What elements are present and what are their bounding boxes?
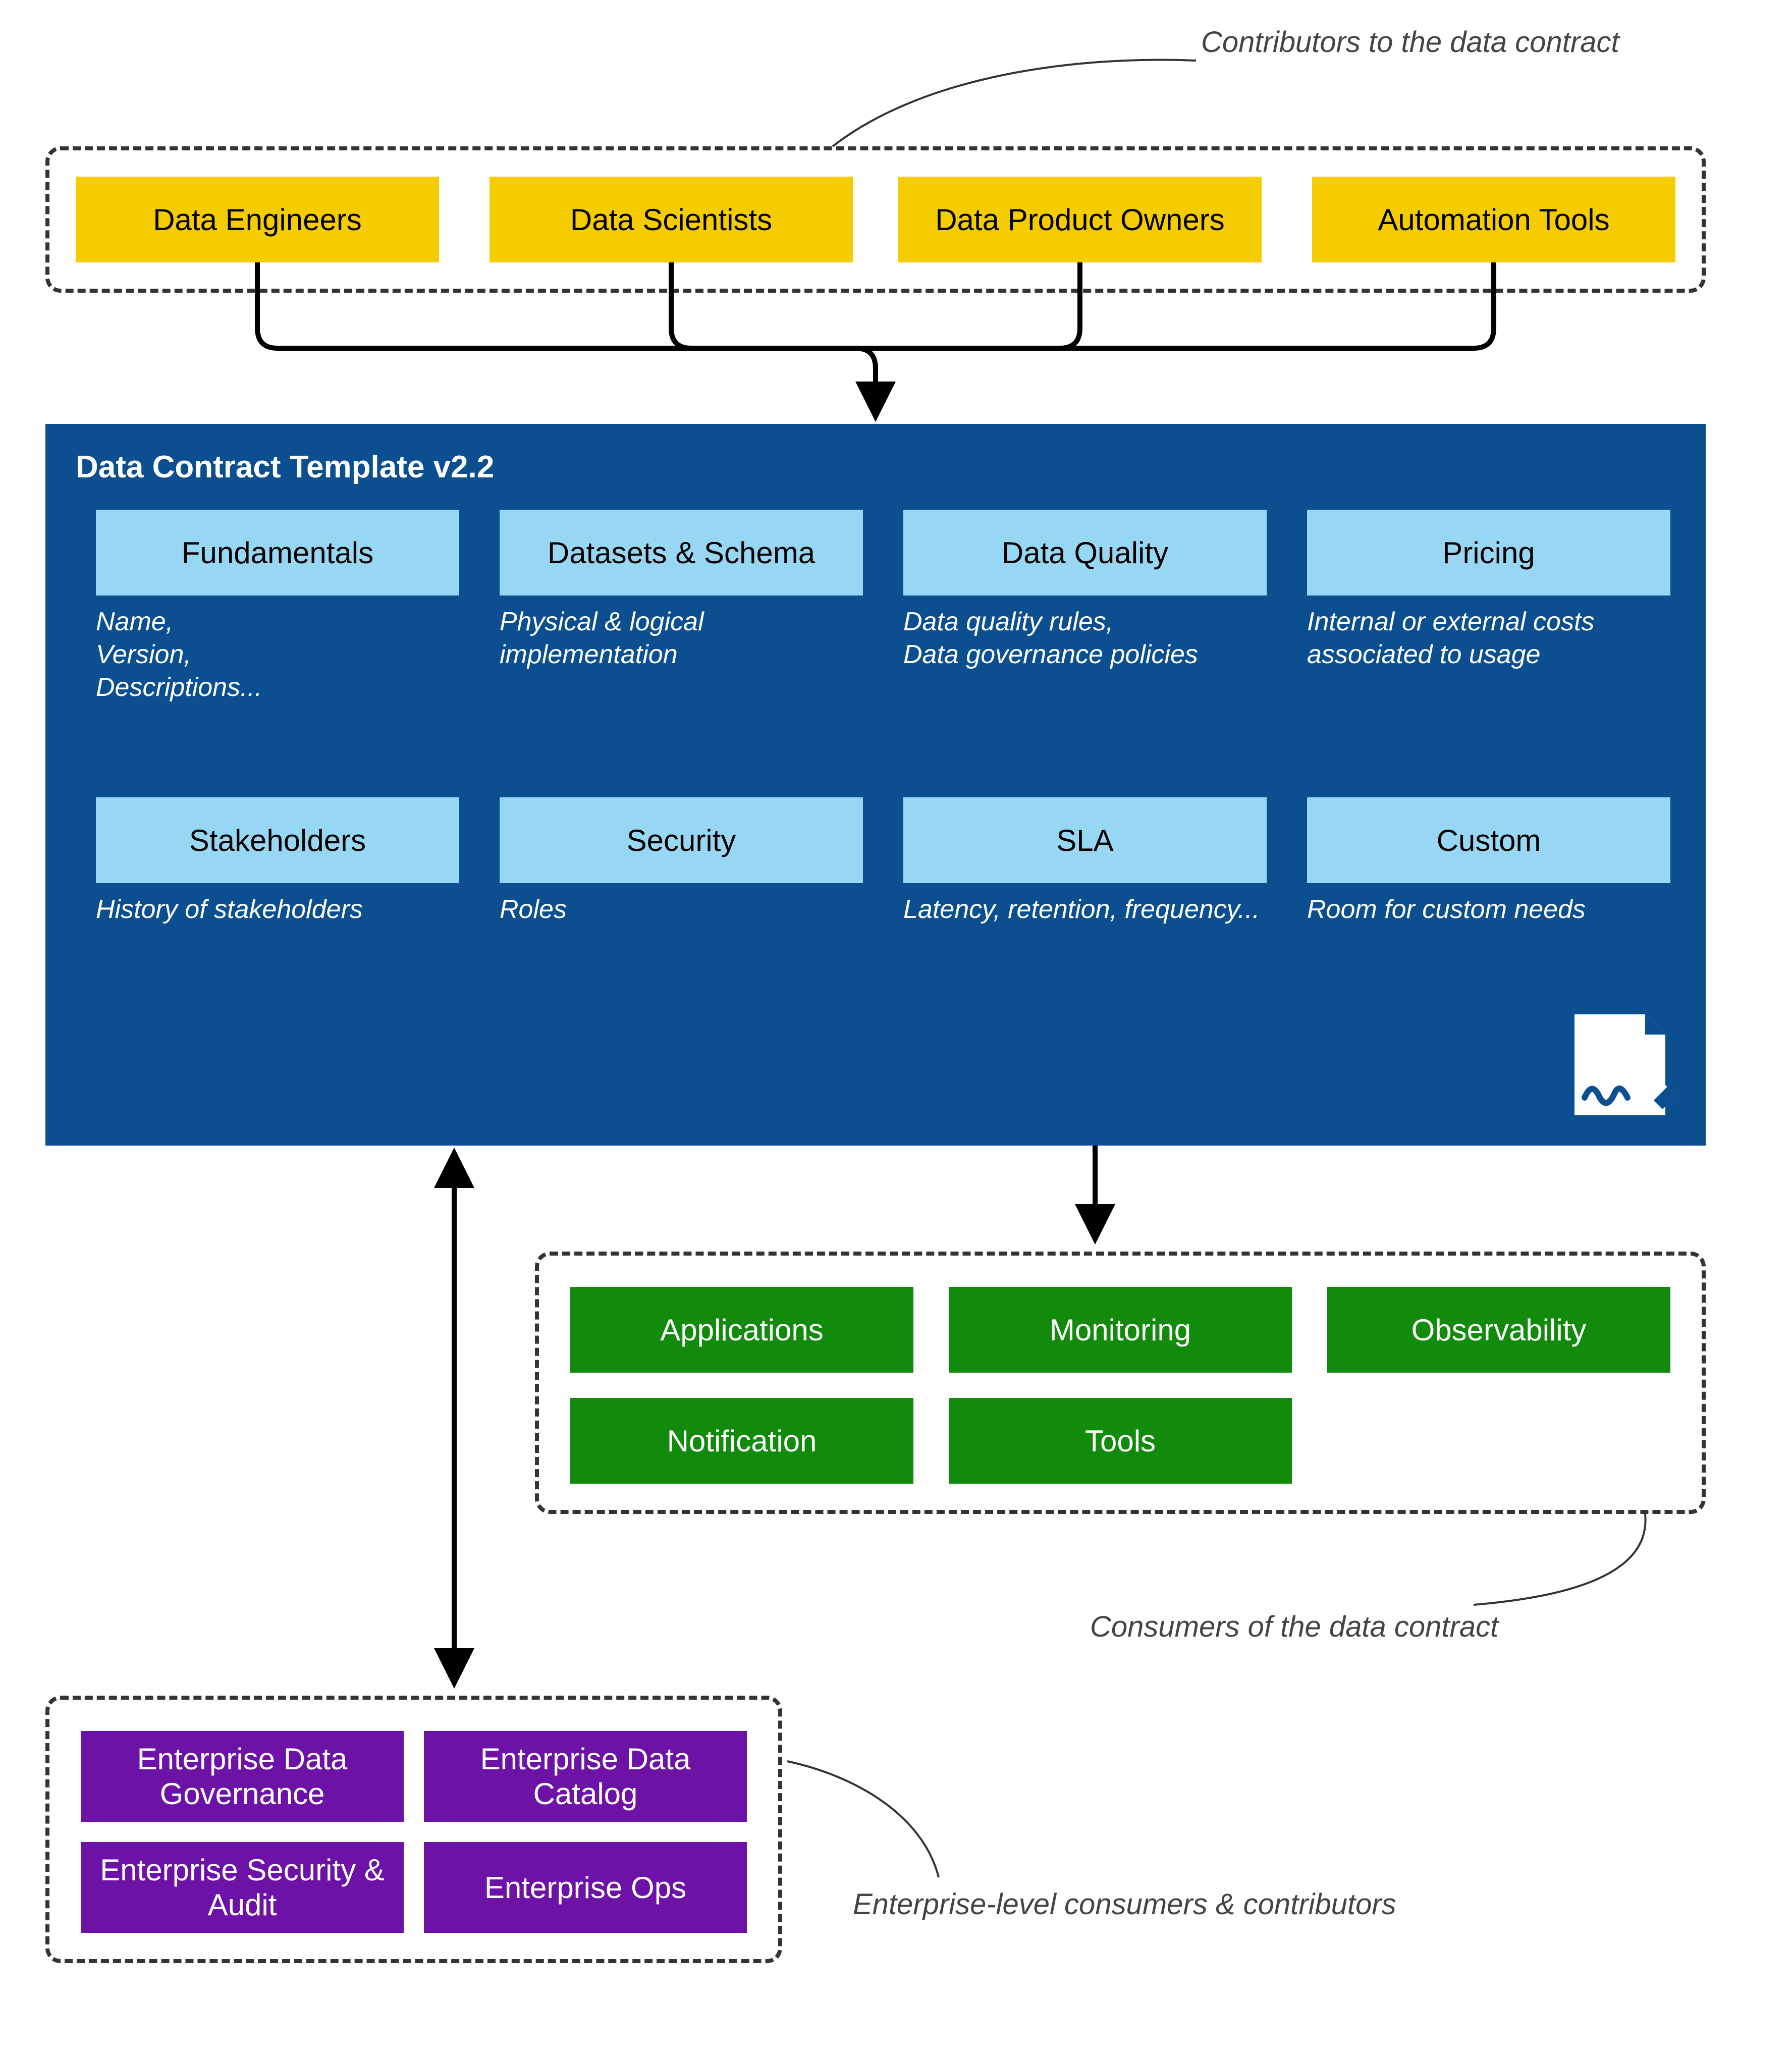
enterprise-box: Enterprise Security & Audit bbox=[81, 1842, 404, 1933]
contributor-box: Data Product Owners bbox=[898, 177, 1262, 262]
contributors-to-template-arrow bbox=[45, 262, 1706, 424]
annotation-contributors: Contributors to the data contract bbox=[1201, 25, 1619, 59]
template-tile: Datasets & Schema bbox=[500, 510, 863, 595]
consumer-box: Tools bbox=[949, 1398, 1292, 1484]
contributor-box: Data Scientists bbox=[490, 177, 853, 262]
contributor-box: Automation Tools bbox=[1312, 177, 1675, 262]
template-tile: Data Quality bbox=[903, 510, 1267, 595]
template-tile-desc: Room for custom needs bbox=[1307, 893, 1610, 926]
template-tile-desc: Latency, retention, frequency... bbox=[903, 893, 1267, 926]
template-tile: SLA bbox=[903, 797, 1267, 883]
contract-signature-icon bbox=[1564, 1009, 1691, 1128]
consumer-box: Observability bbox=[1327, 1287, 1670, 1373]
template-tile-desc: Roles bbox=[500, 893, 863, 926]
annotation-enterprise-curve bbox=[782, 1756, 959, 1882]
annotation-contributors-curve bbox=[823, 50, 1201, 151]
consumer-box: Applications bbox=[570, 1287, 913, 1373]
enterprise-box: Enterprise Data Catalog bbox=[424, 1731, 747, 1822]
annotation-enterprise: Enterprise-level consumers & contributor… bbox=[853, 1887, 1396, 1921]
template-enterprise-arrow bbox=[439, 1146, 469, 1691]
contributor-box: Data Engineers bbox=[76, 177, 439, 262]
template-tile: Pricing bbox=[1307, 510, 1670, 595]
template-tile: Security bbox=[500, 797, 863, 883]
diagram-canvas: Contributors to the data contract Data E… bbox=[20, 20, 1772, 2039]
enterprise-box: Enterprise Ops bbox=[424, 1842, 747, 1933]
template-tile-desc: Internal or external costs associated to… bbox=[1307, 606, 1670, 671]
annotation-consumers-curve bbox=[1469, 1514, 1670, 1615]
template-title: Data Contract Template v2.2 bbox=[76, 449, 494, 485]
template-tile-desc: History of stakeholders bbox=[96, 893, 459, 926]
consumer-box: Notification bbox=[570, 1398, 913, 1484]
template-to-consumers-arrow bbox=[1080, 1146, 1110, 1247]
template-tile: Fundamentals bbox=[96, 510, 459, 595]
enterprise-box: Enterprise Data Governance bbox=[81, 1731, 404, 1822]
consumer-box: Monitoring bbox=[949, 1287, 1292, 1373]
template-tile-desc: Physical & logical implementation bbox=[500, 606, 863, 671]
template-tile-desc: Data quality rules,Data governance polic… bbox=[903, 606, 1267, 671]
template-tile: Stakeholders bbox=[96, 797, 459, 883]
annotation-consumers: Consumers of the data contract bbox=[1090, 1610, 1498, 1644]
template-tile: Custom bbox=[1307, 797, 1670, 883]
template-tile-desc: Name,Version,Descriptions... bbox=[96, 606, 459, 704]
